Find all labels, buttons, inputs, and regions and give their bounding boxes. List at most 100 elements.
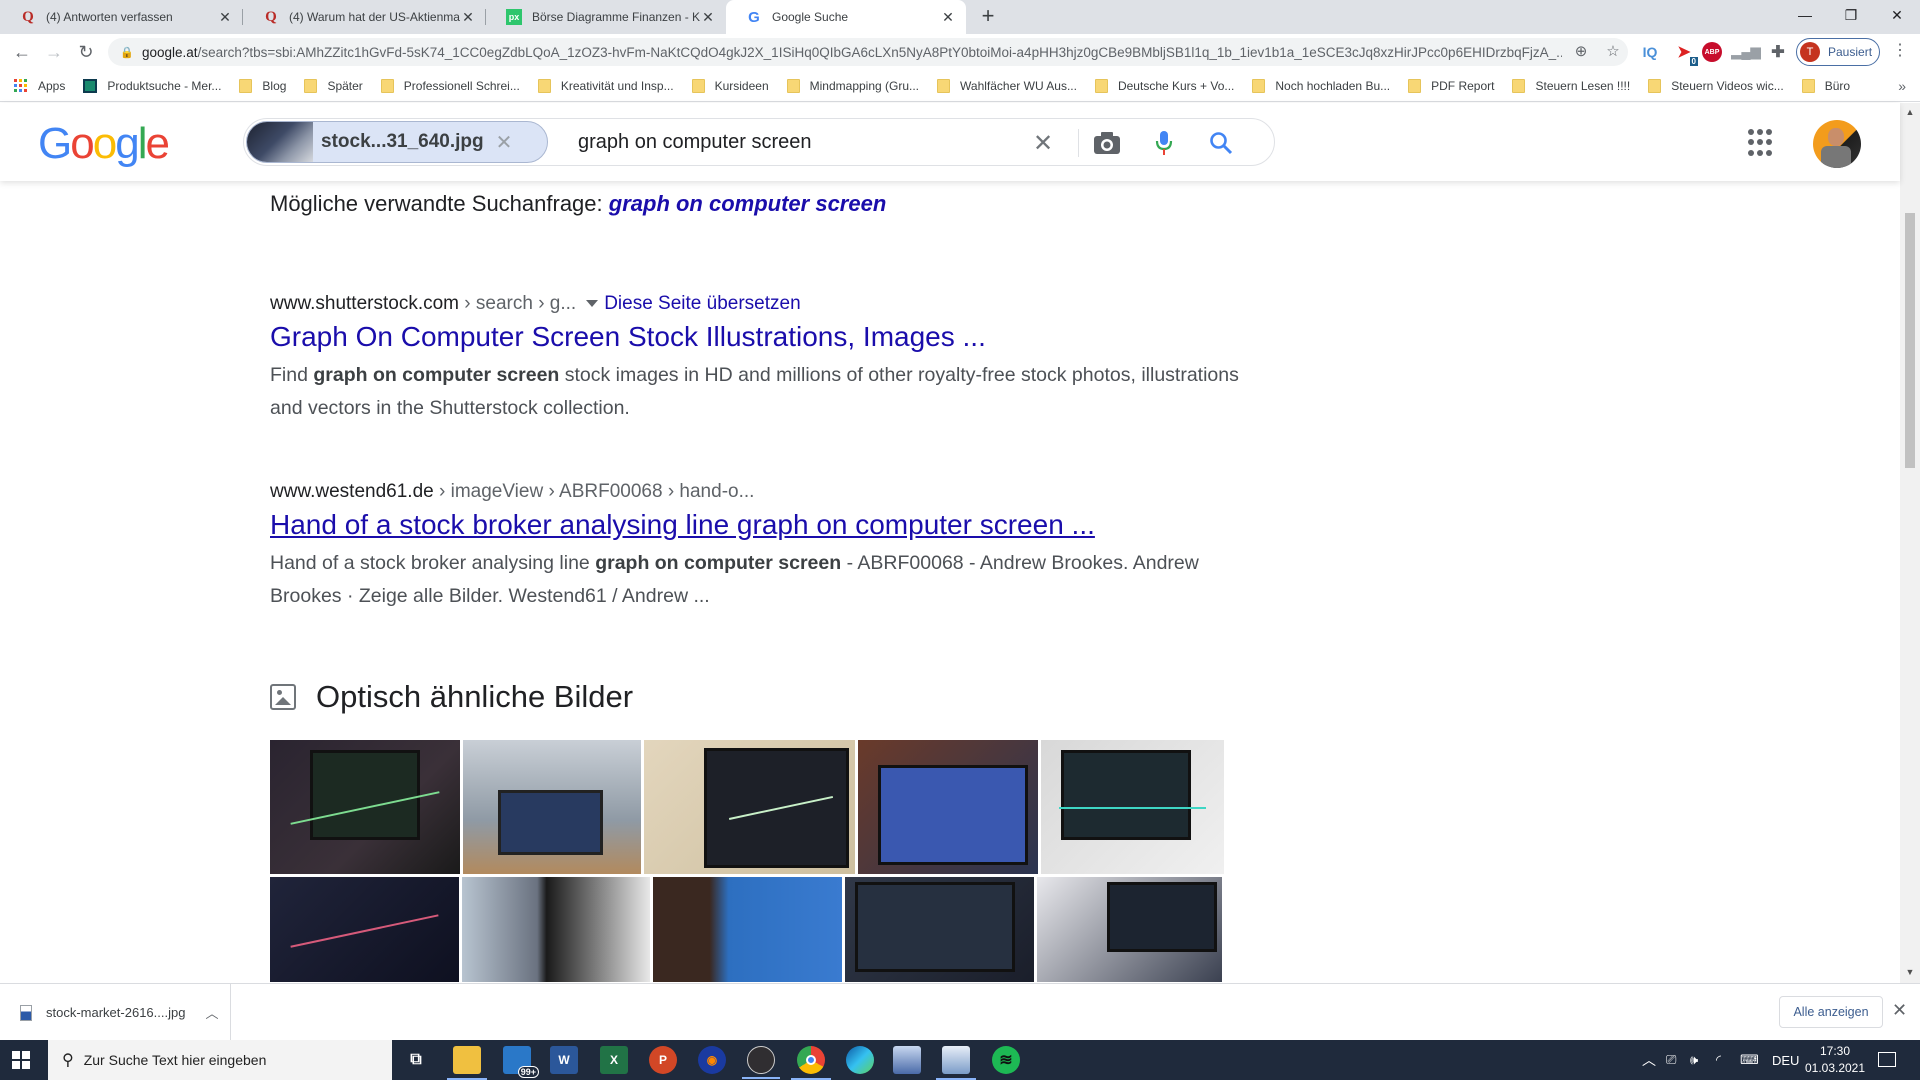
google-logo[interactable]: Google <box>38 119 170 169</box>
similar-image[interactable] <box>653 877 842 982</box>
bookmark-folder[interactable]: Noch hochladen Bu... <box>1252 78 1390 93</box>
bookmark-folder[interactable]: Wahlfächer WU Aus... <box>937 78 1077 93</box>
iq-extension-icon[interactable]: IQ <box>1638 40 1662 64</box>
bookmark-folder[interactable]: PDF Report <box>1408 78 1494 93</box>
translate-link[interactable]: Diese Seite übersetzen <box>604 293 800 314</box>
show-hidden-icons[interactable]: ︿ <box>1642 1040 1656 1080</box>
bookmarks-overflow-button[interactable]: » <box>1898 78 1906 94</box>
search-input[interactable]: graph on computer screen <box>578 131 811 154</box>
tab-aktienmarkt[interactable]: Q (4) Warum hat der US-Aktienmar ✕ <box>243 0 486 34</box>
stats-extension-icon[interactable]: ▂▄▆ <box>1731 40 1760 64</box>
bird-extension-icon[interactable]: ➤ 0 <box>1672 40 1698 66</box>
word-icon[interactable]: W <box>550 1046 578 1074</box>
puzzle-extension-icon[interactable]: ✚ <box>1766 40 1790 64</box>
scroll-thumb[interactable] <box>1905 213 1915 468</box>
related-query-link[interactable]: graph on computer screen <box>609 191 887 216</box>
similar-image[interactable] <box>270 740 460 874</box>
new-tab-button[interactable]: + <box>975 4 1001 30</box>
account-avatar[interactable] <box>1813 120 1861 168</box>
volume-icon[interactable]: 🕪 <box>1690 1040 1698 1080</box>
paint-icon[interactable] <box>893 1046 921 1074</box>
adblock-plus-icon[interactable]: ABP <box>1702 42 1722 62</box>
restore-icon[interactable]: ❐ <box>1828 0 1874 30</box>
similar-image[interactable] <box>644 740 855 874</box>
bookmark-folder[interactable]: Kreativität und Insp... <box>537 78 674 93</box>
similar-image[interactable] <box>1037 877 1222 982</box>
tab-antworten[interactable]: Q (4) Antworten verfassen ✕ <box>0 0 243 34</box>
camera-tray-icon[interactable]: ⎚ <box>1666 1040 1676 1080</box>
back-icon[interactable]: ← <box>10 40 34 64</box>
search-box[interactable]: stock...31_640.jpg ✕ graph on computer s… <box>243 118 1275 166</box>
result-title-link[interactable]: Hand of a stock broker analysing line gr… <box>270 509 1250 541</box>
audacity-icon[interactable]: ◉ <box>698 1046 726 1074</box>
language-indicator[interactable]: DEU <box>1772 1040 1799 1080</box>
zoom-icon[interactable]: ⊕ <box>1570 41 1592 63</box>
image-query-chip[interactable]: stock...31_640.jpg ✕ <box>246 121 548 163</box>
scroll-up-icon[interactable]: ▲ <box>1900 107 1920 117</box>
page-scrollbar[interactable]: ▲ ▼ <box>1900 103 1920 983</box>
tab-boerse-diagramme[interactable]: px Börse Diagramme Finanzen - Kos ✕ <box>486 0 726 34</box>
reload-icon[interactable]: ↻ <box>74 40 98 64</box>
minimize-icon[interactable]: — <box>1782 0 1828 30</box>
show-all-downloads-button[interactable]: Alle anzeigen <box>1779 996 1883 1028</box>
windows-start-icon[interactable] <box>12 1051 30 1069</box>
similar-image[interactable] <box>463 740 641 874</box>
bookmark-folder[interactable]: Später <box>304 78 363 93</box>
bookmark-apps[interactable]: Apps <box>14 78 65 93</box>
excel-icon[interactable]: X <box>600 1046 628 1074</box>
chrome-icon[interactable] <box>791 1046 831 1080</box>
profile-button[interactable]: T Pausiert <box>1796 38 1880 66</box>
remove-image-icon[interactable]: ✕ <box>496 130 513 155</box>
camera-icon[interactable] <box>1092 128 1122 158</box>
close-tab-icon[interactable]: ✕ <box>940 9 956 26</box>
bookmark-star-icon[interactable]: ☆ <box>1602 41 1624 63</box>
google-apps-icon[interactable] <box>1748 129 1776 157</box>
search-icon[interactable] <box>1206 128 1236 158</box>
tab-google-suche[interactable]: G Google Suche ✕ <box>726 0 966 34</box>
task-view-icon[interactable]: ⧉ <box>402 1046 430 1074</box>
bookmark-folder[interactable]: Professionell Schrei... <box>380 78 520 93</box>
action-center-icon[interactable] <box>1878 1052 1896 1067</box>
bookmark-folder[interactable]: Büro <box>1801 78 1850 93</box>
bookmark-folder[interactable]: Mindmapping (Gru... <box>786 78 919 93</box>
url-text[interactable]: google.at/search?tbs=sbi:AMhZZitc1hGvFd-… <box>142 45 1562 60</box>
bookmark-folder[interactable]: Steuern Videos wic... <box>1648 78 1784 93</box>
wifi-icon[interactable]: ◜ <box>1716 1040 1721 1080</box>
bookmark-folder[interactable]: Kursideen <box>691 78 769 93</box>
similar-image[interactable] <box>858 740 1038 874</box>
caret-down-icon[interactable] <box>586 300 599 308</box>
similar-image[interactable] <box>270 877 459 982</box>
clear-search-icon[interactable]: ✕ <box>1028 128 1058 158</box>
chrome-menu-icon[interactable]: ⋮ <box>1890 40 1910 60</box>
chevron-up-icon[interactable]: ︿ <box>205 1003 218 1022</box>
bookmark-folder[interactable]: Deutsche Kurs + Vo... <box>1094 78 1234 93</box>
close-tab-icon[interactable]: ✕ <box>460 9 476 26</box>
powerpoint-icon[interactable]: P <box>649 1046 677 1074</box>
similar-images-title[interactable]: Optisch ähnliche Bilder <box>316 679 633 715</box>
similar-image[interactable] <box>1041 740 1224 874</box>
address-bar[interactable]: 🔒 google.at/search?tbs=sbi:AMhZZitc1hGvF… <box>108 38 1628 66</box>
keyboard-icon[interactable]: ⌨ <box>1740 1040 1759 1080</box>
similar-image[interactable] <box>462 877 650 982</box>
clock[interactable]: 17:30 01.03.2021 <box>1800 1043 1870 1077</box>
forward-icon[interactable]: → <box>42 40 66 64</box>
file-explorer-icon[interactable] <box>447 1046 487 1080</box>
notepad-icon[interactable] <box>936 1046 976 1080</box>
close-tab-icon[interactable]: ✕ <box>700 9 716 26</box>
mail-icon[interactable]: 99+ <box>503 1046 539 1078</box>
download-item[interactable]: stock-market-2616....jpg ︿ <box>20 984 232 1041</box>
scroll-down-icon[interactable]: ▼ <box>1900 967 1920 977</box>
result-title-link[interactable]: Graph On Computer Screen Stock Illustrat… <box>270 321 1250 353</box>
obs-studio-icon[interactable] <box>742 1046 780 1079</box>
similar-image[interactable] <box>845 877 1034 982</box>
taskbar-search[interactable]: ⚲ Zur Suche Text hier eingeben <box>48 1040 392 1080</box>
bookmark-folder[interactable]: Steuern Lesen !!!! <box>1512 78 1630 93</box>
spotify-icon[interactable]: ≋ <box>992 1046 1020 1074</box>
close-shelf-icon[interactable]: ✕ <box>1892 1000 1907 1021</box>
close-tab-icon[interactable]: ✕ <box>217 9 233 26</box>
bookmark-produktsuche[interactable]: Produktsuche - Mer... <box>83 78 221 93</box>
microphone-icon[interactable] <box>1149 128 1179 158</box>
bookmark-folder[interactable]: Blog <box>239 78 286 93</box>
edge-icon[interactable] <box>846 1046 874 1074</box>
close-window-icon[interactable]: ✕ <box>1874 0 1920 30</box>
